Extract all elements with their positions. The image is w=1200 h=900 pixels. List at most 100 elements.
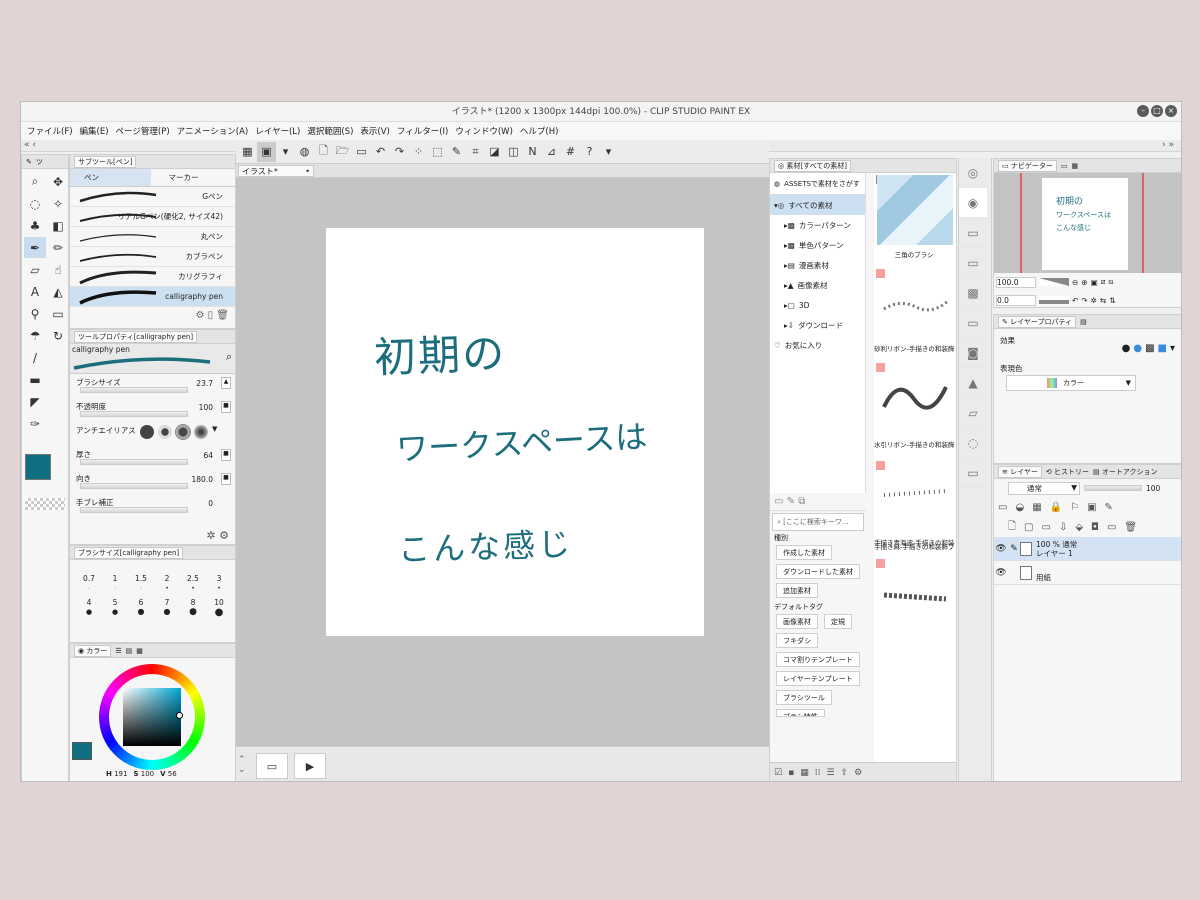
size-option[interactable]: 3 •: [206, 574, 232, 592]
menu-file[interactable]: ファイル(F): [27, 125, 73, 137]
prop-stabilization[interactable]: 手ブレ補正 0: [70, 494, 235, 518]
border-effect-icon[interactable]: ●: [1122, 343, 1131, 354]
slider[interactable]: [80, 483, 188, 489]
size-option[interactable]: 1 ·: [102, 574, 128, 592]
size-option[interactable]: 2 •: [154, 574, 180, 592]
info-tab-icon[interactable]: ▦: [1071, 162, 1078, 170]
pencil-tool-icon[interactable]: ✏: [47, 237, 69, 258]
list-icon[interactable]: ▪: [788, 768, 794, 778]
fill-tool-icon[interactable]: ◭: [47, 281, 69, 302]
settings-icon[interactable]: ⚙: [854, 768, 862, 778]
large-grid-icon[interactable]: ▦: [800, 768, 809, 778]
tone-effect-icon[interactable]: ▩: [1145, 343, 1154, 354]
tree-item[interactable]: ▸▢ 3D: [770, 295, 865, 315]
brush-item[interactable]: カリグラフィ: [70, 267, 235, 287]
menu-page[interactable]: ページ管理(P): [116, 125, 170, 137]
reference-icon[interactable]: ⚐: [1070, 502, 1079, 513]
drawing-canvas[interactable]: 初期の ワークスペースは こんな感じ: [326, 228, 704, 636]
prop-direction[interactable]: 向き 180.0 ■: [70, 470, 235, 494]
layer-color-icon[interactable]: ■: [1158, 343, 1167, 354]
rotate-slider[interactable]: [1039, 296, 1069, 304]
antialias-strong[interactable]: [194, 425, 208, 439]
maximize-icon[interactable]: □: [1151, 105, 1163, 117]
rotate-left-icon[interactable]: ↶: [1072, 296, 1078, 305]
clip-icon[interactable]: ◒: [1015, 502, 1024, 513]
material-favorite-icon[interactable]: ▭: [959, 458, 987, 488]
tree-item[interactable]: ▸▲ 画像素材: [770, 275, 865, 295]
pressure-icon[interactable]: ■: [221, 473, 231, 485]
prop-opacity[interactable]: 不透明度 100 ■: [70, 398, 235, 422]
blend-mode-select[interactable]: 通常 ▼: [1008, 481, 1080, 495]
tab-history[interactable]: ⟲ ヒストリー: [1046, 467, 1089, 477]
eyedropper-tool-icon[interactable]: ♣: [24, 215, 46, 236]
material-mono-icon[interactable]: ▩: [959, 278, 987, 308]
operation-tool-icon[interactable]: ⚲: [24, 303, 46, 324]
opacity-value[interactable]: 100: [1146, 484, 1160, 493]
text-tool-icon[interactable]: A: [24, 281, 46, 302]
canvas-tab-close-icon[interactable]: •: [305, 166, 310, 177]
tag-ruler[interactable]: 定規: [824, 614, 852, 629]
material-search-input[interactable]: ⌕ [ここに検索キーワ...: [772, 513, 864, 531]
watercolor-effect-icon[interactable]: ●: [1133, 343, 1142, 354]
canvas-area[interactable]: 初期の ワークスペースは こんな感じ: [236, 178, 769, 746]
sub-view-tab-icon[interactable]: ▭: [1061, 162, 1068, 170]
search-layer-tab-icon[interactable]: ▤: [1080, 318, 1087, 326]
zoom-value[interactable]: 100.0: [996, 276, 1036, 288]
approx-color-tab-icon[interactable]: ▦: [136, 647, 143, 655]
tag-created[interactable]: 作成した素材: [776, 545, 832, 560]
antialias-weak[interactable]: [158, 425, 172, 439]
brush-item[interactable]: 丸ペン: [70, 227, 235, 247]
material-panel-icon[interactable]: ◉: [959, 188, 987, 218]
size-option[interactable]: 10 ●: [206, 598, 232, 618]
tab-layer[interactable]: ≋ レイヤー: [998, 465, 1042, 478]
upload-icon[interactable]: ⇧: [841, 768, 849, 778]
save-icon[interactable]: ▭: [352, 142, 371, 162]
fit-icon[interactable]: ▣: [1091, 278, 1098, 287]
size-option[interactable]: 2.5 •: [180, 574, 206, 592]
new-folder-icon[interactable]: ▭: [1042, 522, 1051, 533]
collapse-left-icon[interactable]: « ‹: [24, 140, 36, 150]
menu-animation[interactable]: アニメーション(A): [177, 125, 249, 137]
figure-tool-icon[interactable]: ▭: [47, 303, 69, 324]
brush-item-selected[interactable]: calligraphy pen: [70, 287, 235, 307]
mask-layer-icon[interactable]: ◘: [1091, 522, 1099, 533]
antialias-none[interactable]: [140, 425, 154, 439]
menu-view[interactable]: 表示(V): [360, 125, 389, 137]
new-sub-tool-icon[interactable]: ▯: [208, 310, 214, 321]
reset-rotate-icon[interactable]: ✲: [1091, 296, 1097, 305]
delete-layer-icon[interactable]: 🗑: [1124, 522, 1137, 533]
apply-mask-icon[interactable]: ▭: [1107, 522, 1116, 533]
zoom-slider[interactable]: [1039, 278, 1069, 286]
sub-tool-tab[interactable]: サブツール[ペン]: [74, 155, 137, 168]
chevron-down-icon[interactable]: ▼: [212, 425, 217, 439]
prop-thickness[interactable]: 厚さ 64 ■: [70, 446, 235, 470]
size-option[interactable]: 1.5 ·: [128, 574, 154, 592]
lasso-tool-icon[interactable]: ◌: [24, 193, 46, 214]
tool-tab-label[interactable]: ツ: [36, 157, 43, 167]
brush-size-tab[interactable]: ブラシサイズ[calligraphy pen]: [74, 546, 184, 559]
menu-help[interactable]: ヘルプ(H): [520, 125, 559, 137]
tag-added[interactable]: 追加素材: [776, 583, 818, 598]
tag-balloon[interactable]: フキダシ: [776, 633, 819, 648]
clear-selection-icon[interactable]: ⁘: [409, 142, 428, 162]
pen-tool-icon[interactable]: ✒: [24, 237, 46, 258]
eye-icon[interactable]: 👁: [994, 544, 1008, 554]
material-image-icon[interactable]: ◙: [959, 338, 987, 368]
pressure-icon[interactable]: ■: [221, 401, 231, 413]
zoom-out-icon[interactable]: ⊖: [1072, 278, 1078, 287]
size-option[interactable]: 7 ●: [154, 598, 180, 616]
close-icon[interactable]: ×: [1165, 105, 1177, 117]
folder-icon[interactable]: ▭: [774, 496, 783, 507]
eye-icon[interactable]: 👁: [994, 568, 1008, 578]
edit-tag-icon[interactable]: ✎: [787, 496, 795, 507]
frame-tool-icon[interactable]: ▬: [24, 369, 46, 390]
saturation-value-square[interactable]: [123, 688, 181, 746]
pressure-icon[interactable]: ■: [221, 449, 231, 461]
reset-icon[interactable]: ✲ ⚙: [206, 529, 229, 542]
merge-icon[interactable]: ⬙: [1075, 522, 1083, 533]
thumbnail-item[interactable]: 手描き麻-手描きの和装飾ブ: [874, 543, 956, 653]
snap-grid-icon[interactable]: #: [561, 142, 580, 162]
tool-tab-icon[interactable]: ✎: [26, 158, 32, 166]
sub-tool-settings-icon[interactable]: ⚙: [195, 310, 204, 321]
current-color-swatch[interactable]: [72, 742, 92, 760]
